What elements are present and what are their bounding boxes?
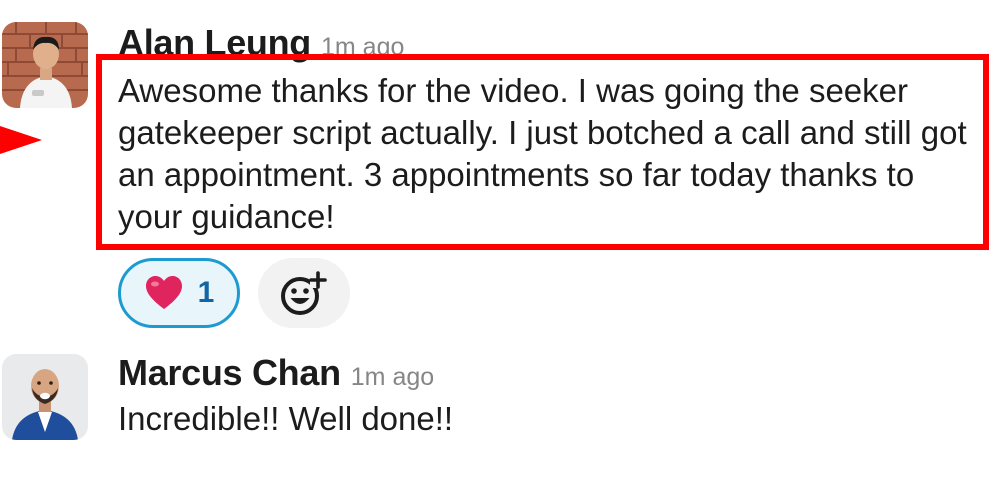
timestamp[interactable]: 1m ago	[351, 363, 434, 391]
reaction-heart[interactable]: 1	[118, 258, 240, 328]
avatar[interactable]	[2, 22, 88, 108]
author-line: Marcus Chan 1m ago	[118, 352, 434, 394]
message-text: Awesome thanks for the video. I was goin…	[118, 72, 967, 235]
avatar[interactable]	[2, 354, 88, 440]
add-reaction-icon	[281, 271, 327, 315]
author-name[interactable]: Marcus Chan	[118, 352, 341, 393]
avatar-image	[2, 22, 88, 108]
reaction-count: 1	[197, 276, 215, 309]
add-reaction-button[interactable]	[258, 258, 350, 328]
avatar-image	[2, 354, 88, 440]
arrow-marker-icon	[0, 126, 42, 154]
message-text: Incredible!! Well done!!	[118, 400, 454, 437]
heart-icon	[145, 276, 182, 309]
